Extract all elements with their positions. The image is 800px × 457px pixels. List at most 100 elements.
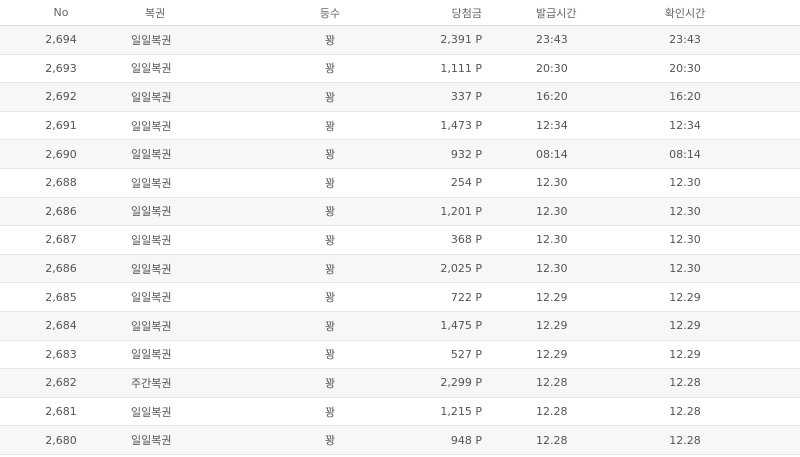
row-rank: 꽝	[324, 405, 336, 419]
row-prize: 2,391 P	[440, 33, 482, 47]
row-checked-time: 12.30	[669, 262, 701, 276]
row-prize: 527 P	[450, 347, 482, 361]
column-header-issued-time: 발급시간	[536, 6, 577, 20]
row-issued-time: 12.30	[536, 204, 568, 218]
lottery-history-table: No 복권 등수 당첨금 발급시간 확인시간 2,694 일일복권 꽝 2,39…	[0, 0, 800, 455]
row-rank: 꽝	[324, 33, 336, 47]
row-ticket: 일일복권	[131, 148, 172, 162]
row-issued-time: 16:20	[536, 90, 568, 104]
table-header: No 복권 등수 당첨금 발급시간 확인시간	[0, 0, 800, 26]
row-no: 2,686	[45, 262, 77, 276]
table-row: 2,686 일일복권 꽝 1,201 P 12.30 12.30	[0, 197, 800, 227]
row-issued-time: 12.28	[536, 376, 568, 390]
row-issued-time: 12.30	[536, 262, 568, 276]
row-prize: 2,299 P	[440, 376, 482, 390]
row-no: 2,692	[45, 90, 77, 104]
row-rank: 꽝	[324, 291, 336, 305]
row-issued-time: 12.29	[536, 290, 568, 304]
row-checked-time: 12.29	[669, 319, 701, 333]
row-prize: 948 P	[450, 433, 482, 447]
row-prize: 1,475 P	[440, 319, 482, 333]
row-ticket: 일일복권	[131, 348, 172, 362]
row-no: 2,686	[45, 204, 77, 218]
table-row: 2,685 일일복권 꽝 722 P 12.29 12.29	[0, 283, 800, 312]
table-row: 2,692 일일복권 꽝 337 P 16:20 16:20	[0, 83, 800, 112]
row-rank: 꽝	[324, 233, 336, 247]
row-checked-time: 20:30	[669, 61, 701, 75]
row-prize: 1,473 P	[440, 119, 482, 133]
row-ticket: 일일복권	[131, 176, 172, 190]
row-checked-time: 12.29	[669, 290, 701, 304]
row-prize: 254 P	[450, 176, 482, 190]
row-no: 2,688	[45, 176, 77, 190]
row-ticket: 일일복권	[131, 205, 172, 219]
row-no: 2,687	[45, 233, 77, 247]
row-ticket: 일일복권	[131, 33, 172, 47]
row-checked-time: 12.30	[669, 176, 701, 190]
row-ticket: 일일복권	[131, 405, 172, 419]
row-checked-time: 12.30	[669, 204, 701, 218]
row-prize: 368 P	[450, 233, 482, 247]
row-no: 2,685	[45, 290, 77, 304]
row-ticket: 일일복권	[131, 119, 172, 133]
row-rank: 꽝	[324, 148, 336, 162]
table-row: 2,682 주간복권 꽝 2,299 P 12.28 12.28	[0, 369, 800, 398]
row-rank: 꽝	[324, 205, 336, 219]
row-ticket: 일일복권	[131, 62, 172, 76]
row-ticket: 일일복권	[131, 291, 172, 305]
row-issued-time: 12.30	[536, 233, 568, 247]
row-rank: 꽝	[324, 348, 336, 362]
row-no: 2,684	[45, 319, 77, 333]
row-issued-time: 12.29	[536, 347, 568, 361]
row-issued-time: 12:34	[536, 119, 568, 133]
column-header-prize: 당첨금	[451, 6, 482, 20]
row-prize: 932 P	[450, 147, 482, 161]
row-checked-time: 12.28	[669, 405, 701, 419]
row-checked-time: 12.30	[669, 233, 701, 247]
column-header-rank: 등수	[319, 6, 341, 20]
row-issued-time: 12.28	[536, 433, 568, 447]
table-row: 2,693 일일복권 꽝 1,111 P 20:30 20:30	[0, 55, 800, 84]
row-checked-time: 12.29	[669, 347, 701, 361]
row-rank: 꽝	[324, 119, 336, 133]
row-prize: 1,201 P	[440, 204, 482, 218]
row-issued-time: 20:30	[536, 61, 568, 75]
table-row: 2,680 일일복권 꽝 948 P 12.28 12.28	[0, 426, 800, 455]
row-no: 2,680	[45, 433, 77, 447]
row-ticket: 일일복권	[131, 90, 172, 104]
row-rank: 꽝	[324, 376, 336, 390]
row-no: 2,691	[45, 119, 77, 133]
row-prize: 1,215 P	[440, 405, 482, 419]
row-checked-time: 12:34	[669, 119, 701, 133]
row-checked-time: 16:20	[669, 90, 701, 104]
row-checked-time: 08:14	[669, 147, 701, 161]
row-ticket: 일일복권	[131, 262, 172, 276]
row-issued-time: 23:43	[536, 33, 568, 47]
row-prize: 722 P	[450, 290, 482, 304]
table-row: 2,681 일일복권 꽝 1,215 P 12.28 12.28	[0, 398, 800, 427]
row-issued-time: 12.28	[536, 405, 568, 419]
table-row: 2,683 일일복권 꽝 527 P 12.29 12.29	[0, 341, 800, 370]
row-checked-time: 12.28	[669, 433, 701, 447]
row-ticket: 일일복권	[131, 319, 172, 333]
row-no: 2,694	[45, 33, 77, 47]
column-header-checked-time: 확인시간	[664, 6, 706, 20]
row-rank: 꽝	[324, 434, 336, 448]
table-row: 2,694 일일복권 꽝 2,391 P 23:43 23:43	[0, 26, 800, 55]
row-no: 2,683	[45, 347, 77, 361]
row-prize: 337 P	[450, 90, 482, 104]
table-row: 2,690 일일복권 꽝 932 P 08:14 08:14	[0, 140, 800, 169]
column-header-no: No	[53, 6, 69, 19]
row-no: 2,681	[45, 405, 77, 419]
row-issued-time: 08:14	[536, 147, 568, 161]
row-checked-time: 12.28	[669, 376, 701, 390]
row-rank: 꽝	[324, 176, 336, 190]
row-checked-time: 23:43	[669, 33, 701, 47]
row-no: 2,693	[45, 61, 77, 75]
table-row: 2,686 일일복권 꽝 2,025 P 12.30 12.30	[0, 254, 800, 284]
row-prize: 2,025 P	[440, 262, 482, 276]
column-header-ticket: 복권	[145, 6, 166, 20]
table-row: 2,687 일일복권 꽝 368 P 12.30 12.30	[0, 226, 800, 255]
table-row: 2,688 일일복권 꽝 254 P 12.30 12.30	[0, 169, 800, 198]
row-rank: 꽝	[324, 62, 336, 76]
